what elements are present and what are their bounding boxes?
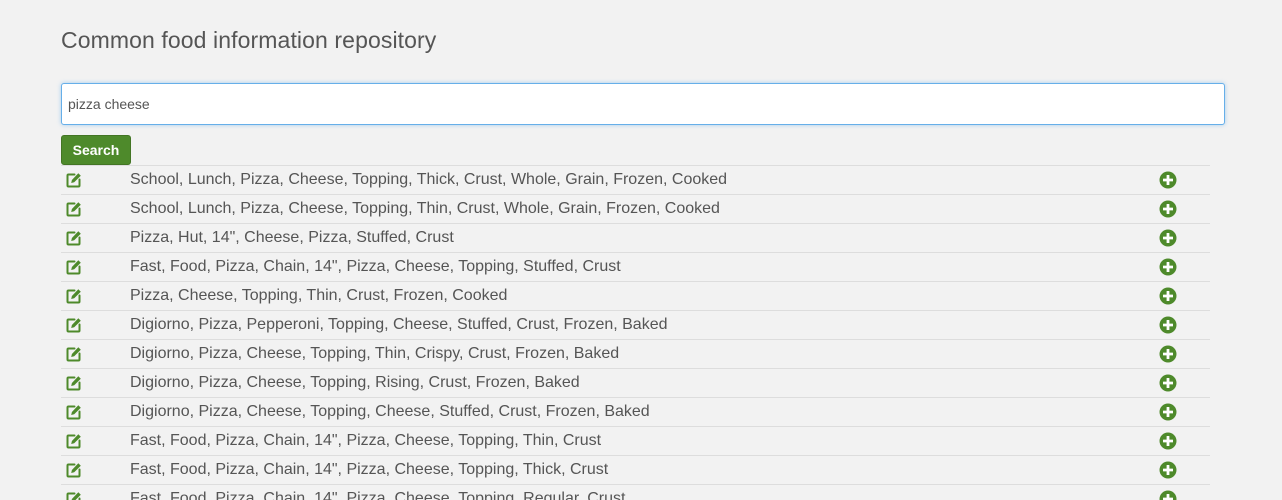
result-row: Pizza, Cheese, Topping, Thin, Crust, Fro… <box>61 282 1210 311</box>
search-input[interactable] <box>61 83 1225 125</box>
plus-circle-icon[interactable] <box>1159 316 1177 334</box>
result-label[interactable]: Digiorno, Pizza, Cheese, Topping, Thin, … <box>130 340 619 368</box>
edit-icon[interactable] <box>66 462 82 478</box>
result-label[interactable]: Fast, Food, Pizza, Chain, 14", Pizza, Ch… <box>130 253 621 281</box>
result-row: Digiorno, Pizza, Cheese, Topping, Rising… <box>61 369 1210 398</box>
edit-icon[interactable] <box>66 346 82 362</box>
result-label[interactable]: Fast, Food, Pizza, Chain, 14", Pizza, Ch… <box>130 456 608 484</box>
result-row: Digiorno, Pizza, Cheese, Topping, Thin, … <box>61 340 1210 369</box>
plus-circle-icon[interactable] <box>1159 229 1177 247</box>
result-label[interactable]: Fast, Food, Pizza, Chain, 14", Pizza, Ch… <box>130 427 601 455</box>
result-label[interactable]: School, Lunch, Pizza, Cheese, Topping, T… <box>130 195 720 223</box>
page: Common food information repository Searc… <box>0 0 1282 500</box>
plus-circle-icon[interactable] <box>1159 403 1177 421</box>
edit-icon[interactable] <box>66 259 82 275</box>
result-label[interactable]: Pizza, Hut, 14", Cheese, Pizza, Stuffed,… <box>130 224 454 252</box>
plus-circle-icon[interactable] <box>1159 287 1177 305</box>
result-label[interactable]: Digiorno, Pizza, Cheese, Topping, Cheese… <box>130 398 650 426</box>
result-row: School, Lunch, Pizza, Cheese, Topping, T… <box>61 166 1210 195</box>
edit-icon[interactable] <box>66 404 82 420</box>
result-row: Pizza, Hut, 14", Cheese, Pizza, Stuffed,… <box>61 224 1210 253</box>
plus-circle-icon[interactable] <box>1159 461 1177 479</box>
result-row: Fast, Food, Pizza, Chain, 14", Pizza, Ch… <box>61 456 1210 485</box>
plus-circle-icon[interactable] <box>1159 490 1177 500</box>
result-row: School, Lunch, Pizza, Cheese, Topping, T… <box>61 195 1210 224</box>
results-list: School, Lunch, Pizza, Cheese, Topping, T… <box>61 165 1210 500</box>
plus-circle-icon[interactable] <box>1159 432 1177 450</box>
result-row: Fast, Food, Pizza, Chain, 14", Pizza, Ch… <box>61 253 1210 282</box>
plus-circle-icon[interactable] <box>1159 171 1177 189</box>
plus-circle-icon[interactable] <box>1159 258 1177 276</box>
result-label[interactable]: Pizza, Cheese, Topping, Thin, Crust, Fro… <box>130 282 507 310</box>
edit-icon[interactable] <box>66 317 82 333</box>
result-row: Fast, Food, Pizza, Chain, 14", Pizza, Ch… <box>61 427 1210 456</box>
result-label[interactable]: Digiorno, Pizza, Pepperoni, Topping, Che… <box>130 311 668 339</box>
plus-circle-icon[interactable] <box>1159 200 1177 218</box>
plus-circle-icon[interactable] <box>1159 345 1177 363</box>
edit-icon[interactable] <box>66 230 82 246</box>
result-label[interactable]: Fast, Food, Pizza, Chain, 14", Pizza, Ch… <box>130 485 625 500</box>
edit-icon[interactable] <box>66 433 82 449</box>
search-button[interactable]: Search <box>61 135 131 165</box>
plus-circle-icon[interactable] <box>1159 374 1177 392</box>
edit-icon[interactable] <box>66 375 82 391</box>
result-label[interactable]: School, Lunch, Pizza, Cheese, Topping, T… <box>130 166 727 194</box>
result-row: Digiorno, Pizza, Cheese, Topping, Cheese… <box>61 398 1210 427</box>
result-label[interactable]: Digiorno, Pizza, Cheese, Topping, Rising… <box>130 369 580 397</box>
result-row: Fast, Food, Pizza, Chain, 14", Pizza, Ch… <box>61 485 1210 500</box>
page-title: Common food information repository <box>61 27 437 53</box>
edit-icon[interactable] <box>66 172 82 188</box>
edit-icon[interactable] <box>66 288 82 304</box>
result-row: Digiorno, Pizza, Pepperoni, Topping, Che… <box>61 311 1210 340</box>
edit-icon[interactable] <box>66 201 82 217</box>
edit-icon[interactable] <box>66 491 82 500</box>
